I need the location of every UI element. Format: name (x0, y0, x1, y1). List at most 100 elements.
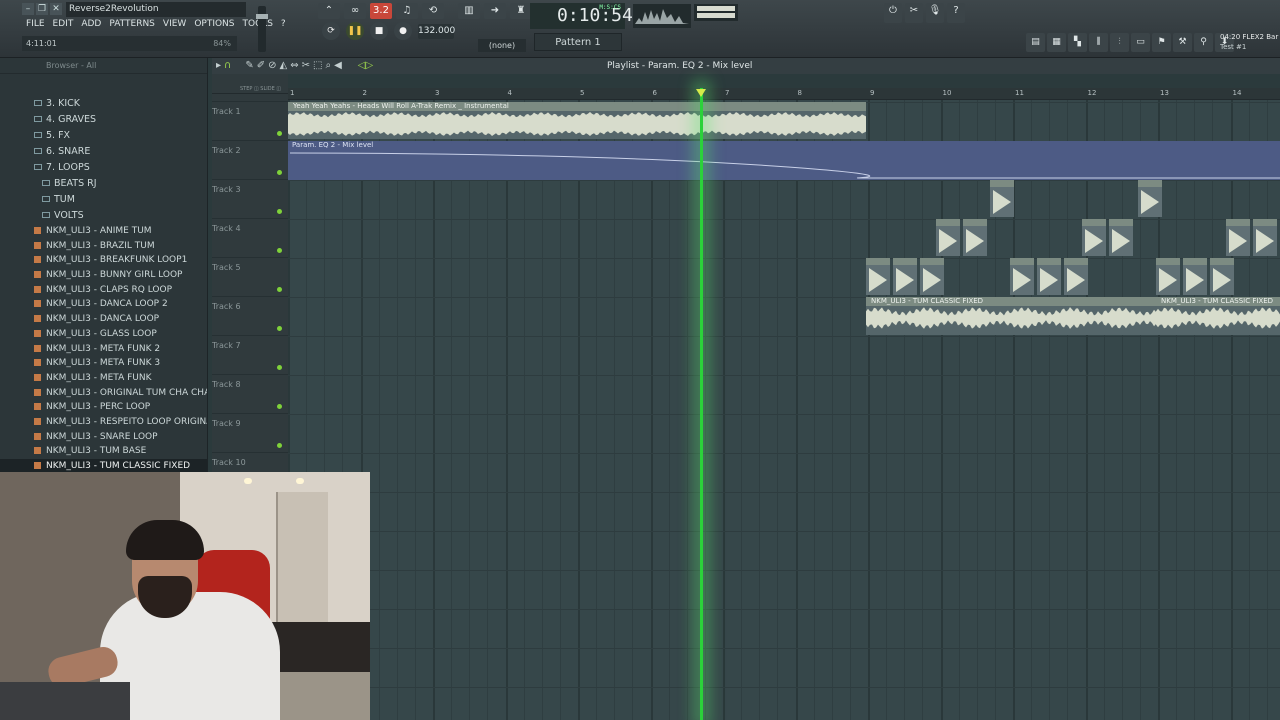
file-item[interactable]: NKM_ULI3 - SNARE LOOP (0, 430, 207, 445)
song-time-display[interactable]: 0:10:54 M:S:CS (530, 3, 633, 29)
tempo-display[interactable]: 132.000 (418, 23, 455, 39)
tools-icon[interactable]: ⚒ (1173, 33, 1192, 52)
menu-view[interactable]: VIEW (159, 17, 190, 32)
one-shot-clip[interactable] (936, 219, 960, 256)
file-item[interactable]: NKM_ULI3 - GLASS LOOP (0, 327, 207, 342)
track-header[interactable]: Track 2 (212, 140, 288, 179)
one-shot-clip[interactable] (1082, 219, 1106, 256)
folder-item[interactable]: 5. FX (0, 128, 207, 144)
playhead[interactable] (700, 88, 703, 720)
file-item[interactable]: NKM_ULI3 - DANCA LOOP (0, 312, 207, 327)
one-shot-clip[interactable] (1253, 219, 1277, 256)
power-icon[interactable]: ⏻ (884, 3, 902, 23)
pencil-icon[interactable]: ✎ (245, 58, 253, 74)
file-item[interactable]: NKM_ULI3 - BREAKFUNK LOOP1 (0, 253, 207, 268)
audio-clip-tum[interactable]: NKM_ULI3 - TUM CLASSIC FIXED (866, 297, 1156, 335)
snap-select[interactable]: (none) (478, 39, 526, 52)
menu-edit[interactable]: EDIT (49, 17, 78, 32)
one-shot-clip[interactable] (1138, 180, 1162, 217)
file-item[interactable]: NKM_ULI3 - ORIGINAL TUM CHA CHA (0, 386, 207, 401)
playback-icon[interactable]: ◀ (334, 58, 342, 74)
folder-item[interactable]: 3. KICK (0, 96, 207, 112)
menu-help[interactable]: ? (277, 17, 290, 32)
restore-icon[interactable]: ❐ (36, 3, 48, 15)
menu-patterns[interactable]: PATTERNS (105, 17, 159, 32)
track-header[interactable]: Track 7 (212, 335, 288, 374)
delete-icon[interactable]: ⊘ (268, 58, 276, 74)
timeline-ruler[interactable]: 1 2 3 4 5 6 7 8 9 10 11 12 13 14 (288, 88, 1280, 100)
metronome-icon[interactable]: ⌃ (318, 3, 340, 19)
loop-record-icon[interactable]: ⟲ (422, 3, 444, 19)
track-header[interactable]: Track 5 (212, 257, 288, 296)
subfolder-item[interactable]: TUM (0, 192, 207, 208)
folder-item[interactable]: 7. LOOPS (0, 160, 207, 176)
one-shot-clip[interactable] (990, 180, 1014, 217)
track-mute-led[interactable] (277, 326, 282, 331)
file-item[interactable]: NKM_ULI3 - META FUNK (0, 371, 207, 386)
track-header[interactable]: Track 4 (212, 218, 288, 257)
master-volume-slider[interactable] (256, 6, 268, 52)
track-mute-led[interactable] (277, 443, 282, 448)
step-edit-icon[interactable]: ♫ (396, 3, 418, 19)
file-item[interactable]: NKM_ULI3 - TUM BASE (0, 444, 207, 459)
audio-clip-tum[interactable]: NKM_ULI3 - TUM CLASSIC FIXED (1156, 297, 1280, 335)
track-header[interactable]: Track 1 (212, 101, 288, 140)
playhead-marker[interactable] (696, 89, 706, 97)
one-shot-clip[interactable] (1210, 258, 1234, 295)
one-shot-clip[interactable] (1156, 258, 1180, 295)
slider-knob[interactable] (256, 14, 268, 19)
track-mute-led[interactable] (277, 209, 282, 214)
zoom-icon[interactable]: ⌕ (325, 58, 331, 74)
one-shot-clip[interactable] (1109, 219, 1133, 256)
audio-clip-main[interactable]: Yeah Yeah Yeahs - Heads Will Roll A-Trak… (288, 102, 866, 139)
browser-icon[interactable]: ▭ (1131, 33, 1150, 52)
track-mute-led[interactable] (277, 287, 282, 292)
menu-add[interactable]: ADD (77, 17, 105, 32)
record-button[interactable]: ● (394, 22, 412, 40)
song-mode-icon[interactable]: ⟳ (322, 22, 340, 40)
channel-rack-icon[interactable]: ▦ (1047, 33, 1066, 52)
playlist-grid[interactable] (288, 88, 1280, 720)
one-shot-clip[interactable] (1183, 258, 1207, 295)
paint-icon[interactable]: ✐ (257, 58, 265, 74)
magnet-icon[interactable]: ∩ (224, 58, 231, 74)
track-header[interactable]: Track 6 (212, 296, 288, 335)
piano-roll-icon[interactable]: ▚ (1068, 33, 1087, 52)
track-header[interactable]: Track 8 (212, 374, 288, 413)
stop-button[interactable]: ■ (370, 22, 388, 40)
file-item[interactable]: NKM_ULI3 - BRAZIL TUM (0, 239, 207, 254)
file-item[interactable]: NKM_ULI3 - BUNNY GIRL LOOP (0, 268, 207, 283)
wait-input-icon[interactable]: ∞ (344, 3, 366, 19)
slice-icon[interactable]: ✂ (302, 58, 310, 74)
slip-icon[interactable]: ⇔ (290, 58, 298, 74)
one-shot-clip[interactable] (1226, 219, 1250, 256)
minimize-icon[interactable]: – (22, 3, 34, 15)
microphone-icon[interactable]: 🎙 (926, 3, 944, 23)
mixer-icon[interactable]: ⫼ (1089, 33, 1108, 52)
arrow-right-icon[interactable]: ➜ (484, 3, 506, 19)
link-icon[interactable]: ⚲ (1194, 33, 1213, 52)
track-mute-led[interactable] (277, 170, 282, 175)
arrow-icon[interactable]: ▸ (216, 58, 221, 74)
subfolder-item[interactable]: VOLTS (0, 208, 207, 224)
one-shot-clip[interactable] (920, 258, 944, 295)
pattern-selector[interactable]: Pattern 1 (534, 33, 622, 51)
track-header[interactable]: Track 9 (212, 413, 288, 452)
select-icon[interactable]: ⬚ (313, 58, 322, 74)
eq-icon[interactable]: ⫶ (1110, 33, 1129, 52)
pause-button[interactable]: ❚❚ (346, 22, 364, 40)
subfolder-item[interactable]: BEATS RJ (0, 176, 207, 192)
automation-clip[interactable]: Param. EQ 2 - Mix level (288, 141, 1280, 180)
one-shot-clip[interactable] (866, 258, 890, 295)
cut-icon[interactable]: ✂ (905, 3, 923, 23)
track-mute-led[interactable] (277, 404, 282, 409)
one-shot-clip[interactable] (963, 219, 987, 256)
file-item[interactable]: NKM_ULI3 - DANCA LOOP 2 (0, 297, 207, 312)
menu-options[interactable]: OPTIONS (190, 17, 238, 32)
playlist-icon[interactable]: ▤ (1026, 33, 1045, 52)
one-shot-clip[interactable] (1010, 258, 1034, 295)
track-mute-led[interactable] (277, 248, 282, 253)
track-header[interactable]: Track 3 (212, 179, 288, 218)
countdown-icon[interactable]: 3.2 (370, 3, 392, 19)
one-shot-clip[interactable] (893, 258, 917, 295)
